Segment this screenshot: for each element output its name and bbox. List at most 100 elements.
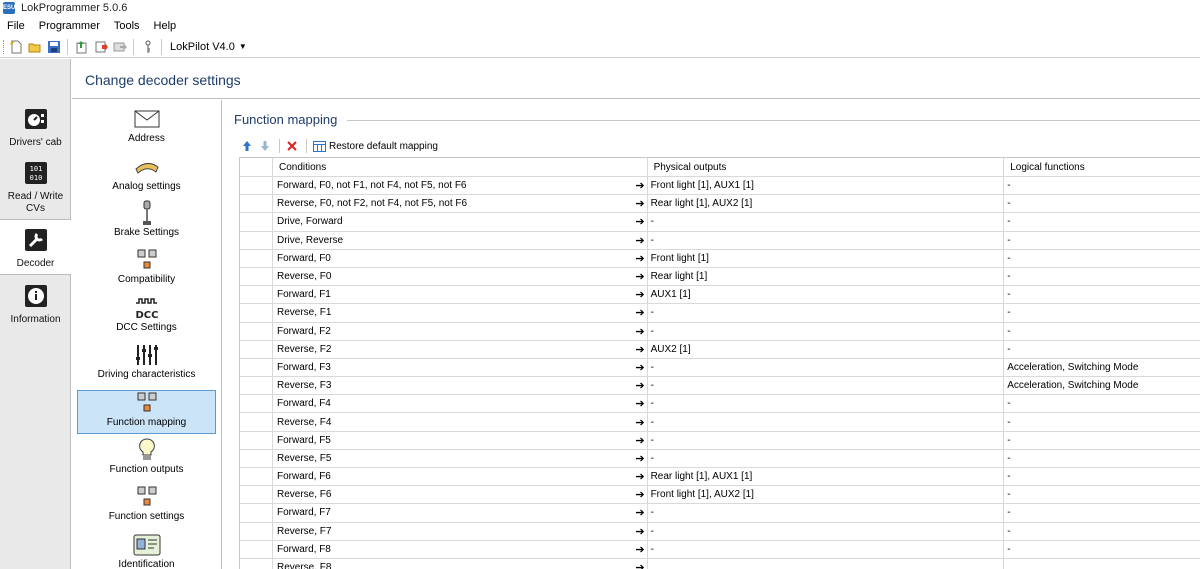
write-button[interactable] <box>111 38 129 56</box>
programmer-button[interactable] <box>139 38 157 56</box>
table-row[interactable]: Forward, F1 ➔ AUX1 [1] - <box>240 286 1200 305</box>
menu-programmer[interactable]: Programmer <box>32 17 107 35</box>
physical-outputs-cell[interactable]: Rear light [1] <box>648 267 1005 286</box>
logical-functions-cell[interactable]: - <box>1004 213 1200 230</box>
logical-functions-cell[interactable]: Acceleration, Switching Mode <box>1004 377 1200 394</box>
row-selector[interactable] <box>240 522 273 540</box>
physical-outputs-cell[interactable]: Front light [1], AUX1 [1] <box>648 177 1005 195</box>
logical-functions-cell[interactable]: - <box>1004 450 1200 467</box>
category-driving-characteristics[interactable]: Driving characteristics <box>77 343 216 387</box>
category-dcc-settings[interactable]: DCC DCC Settings <box>77 296 216 340</box>
conditions-cell[interactable]: Reverse, F5 ➔ <box>273 449 648 467</box>
conditions-cell[interactable]: Forward, F2 ➔ <box>273 322 648 340</box>
conditions-cell[interactable]: Forward, F8 ➔ <box>273 540 648 558</box>
logical-functions-cell[interactable]: - <box>1004 486 1200 503</box>
logical-functions-cell[interactable]: - <box>1004 523 1200 540</box>
new-file-button[interactable] <box>7 38 25 56</box>
sidebar-item-decoder[interactable]: Decoder <box>0 219 71 275</box>
table-row[interactable]: Drive, Forward ➔ - - <box>240 213 1200 232</box>
row-selector[interactable] <box>240 558 273 569</box>
row-selector[interactable] <box>240 249 273 267</box>
conditions-cell[interactable]: Forward, F0 ➔ <box>273 249 648 267</box>
sidebar-item-read-write-cvs[interactable]: 101 010 Read / Write CVs <box>0 161 71 215</box>
conditions-cell[interactable]: Reverse, F0 ➔ <box>273 267 648 286</box>
row-selector[interactable] <box>240 267 273 286</box>
table-row[interactable]: Reverse, F0 ➔ Rear light [1] - <box>240 267 1200 287</box>
physical-outputs-cell[interactable]: - <box>648 231 1005 249</box>
conditions-cell[interactable]: Drive, Reverse ➔ <box>273 231 648 249</box>
row-selector[interactable] <box>240 177 273 195</box>
column-header-physical-outputs[interactable]: Physical outputs <box>648 158 1005 176</box>
menu-tools[interactable]: Tools <box>107 17 147 35</box>
row-selector[interactable] <box>240 286 273 304</box>
conditions-cell[interactable]: Forward, F4 ➔ <box>273 395 648 413</box>
sidebar-item-information[interactable]: Information <box>0 284 71 325</box>
physical-outputs-cell[interactable]: - <box>648 449 1005 467</box>
column-header-logical-functions[interactable]: Logical functions <box>1004 158 1200 176</box>
table-row[interactable]: Forward, F5 ➔ - - <box>240 431 1200 450</box>
row-selector[interactable] <box>240 304 273 322</box>
row-selector[interactable] <box>240 213 273 231</box>
table-row[interactable]: Reverse, F2 ➔ AUX2 [1] - <box>240 340 1200 359</box>
logical-functions-cell[interactable]: - <box>1004 195 1200 212</box>
menu-file[interactable]: File <box>0 17 32 35</box>
physical-outputs-cell[interactable]: Rear light [1], AUX2 [1] <box>648 195 1005 213</box>
table-row[interactable]: Forward, F0 ➔ Front light [1] - <box>240 249 1200 268</box>
row-selector[interactable] <box>240 486 273 504</box>
table-row[interactable]: Reverse, F7 ➔ - - <box>240 522 1200 541</box>
category-function-settings[interactable]: Function settings <box>77 485 216 529</box>
physical-outputs-cell[interactable]: - <box>648 322 1005 340</box>
physical-outputs-cell[interactable]: - <box>648 304 1005 322</box>
conditions-cell[interactable]: Reverse, F0, not F2, not F4, not F5, not… <box>273 195 648 213</box>
logical-functions-cell[interactable]: - <box>1004 541 1200 558</box>
conditions-cell[interactable]: Forward, F5 ➔ <box>273 431 648 449</box>
row-selector[interactable] <box>240 358 273 377</box>
physical-outputs-cell[interactable] <box>648 558 1005 569</box>
export-button[interactable] <box>92 38 110 56</box>
conditions-cell[interactable]: Forward, F0, not F1, not F4, not F5, not… <box>273 177 648 195</box>
table-row[interactable]: Reverse, F6 ➔ Front light [1], AUX2 [1] - <box>240 486 1200 505</box>
physical-outputs-cell[interactable]: - <box>648 522 1005 540</box>
logical-functions-cell[interactable]: - <box>1004 250 1200 267</box>
row-selector[interactable] <box>240 413 273 431</box>
logical-functions-cell[interactable]: - <box>1004 286 1200 303</box>
logical-functions-cell[interactable] <box>1004 559 1200 569</box>
physical-outputs-cell[interactable]: Rear light [1], AUX1 [1] <box>648 468 1005 486</box>
table-row[interactable]: Reverse, F8 ➔ <box>240 558 1200 569</box>
decoder-type-select[interactable]: LokPilot V4.0 ▼ <box>166 38 251 56</box>
row-selector[interactable] <box>240 195 273 213</box>
conditions-cell[interactable]: Reverse, F4 ➔ <box>273 413 648 431</box>
logical-functions-cell[interactable]: - <box>1004 304 1200 321</box>
physical-outputs-cell[interactable]: - <box>648 431 1005 449</box>
move-down-button[interactable] <box>257 138 273 154</box>
physical-outputs-cell[interactable]: - <box>648 540 1005 558</box>
physical-outputs-cell[interactable]: Front light [1] <box>648 249 1005 267</box>
table-row[interactable]: Reverse, F3 ➔ - Acceleration, Switching Mod… <box>240 377 1200 396</box>
delete-button[interactable] <box>284 138 300 154</box>
physical-outputs-cell[interactable]: - <box>648 395 1005 413</box>
category-compatibility[interactable]: Compatibility <box>77 248 216 292</box>
conditions-cell[interactable]: Reverse, F7 ➔ <box>273 522 648 540</box>
logical-functions-cell[interactable]: - <box>1004 341 1200 358</box>
logical-functions-cell[interactable]: - <box>1004 395 1200 412</box>
table-row[interactable]: Reverse, F5 ➔ - - <box>240 449 1200 468</box>
category-function-mapping[interactable]: Function mapping <box>77 390 216 434</box>
conditions-cell[interactable]: Reverse, F2 ➔ <box>273 340 648 358</box>
table-row[interactable]: Forward, F2 ➔ - - <box>240 322 1200 341</box>
physical-outputs-cell[interactable]: - <box>648 377 1005 395</box>
table-row[interactable]: Forward, F8 ➔ - - <box>240 540 1200 559</box>
row-selector[interactable] <box>240 340 273 358</box>
logical-functions-cell[interactable]: - <box>1004 323 1200 340</box>
row-selector[interactable] <box>240 231 273 249</box>
logical-functions-cell[interactable]: - <box>1004 432 1200 449</box>
table-row[interactable]: Forward, F7 ➔ - - <box>240 504 1200 523</box>
table-row[interactable]: Drive, Reverse ➔ - - <box>240 231 1200 250</box>
category-brake-settings[interactable]: Brake Settings <box>77 200 216 245</box>
import-button[interactable] <box>73 38 91 56</box>
conditions-cell[interactable]: Forward, F3 ➔ <box>273 358 648 377</box>
row-selector[interactable] <box>240 468 273 486</box>
physical-outputs-cell[interactable]: AUX1 [1] <box>648 286 1005 304</box>
column-header-conditions[interactable]: Conditions <box>273 158 648 176</box>
logical-functions-cell[interactable]: - <box>1004 232 1200 249</box>
physical-outputs-cell[interactable]: - <box>648 504 1005 522</box>
